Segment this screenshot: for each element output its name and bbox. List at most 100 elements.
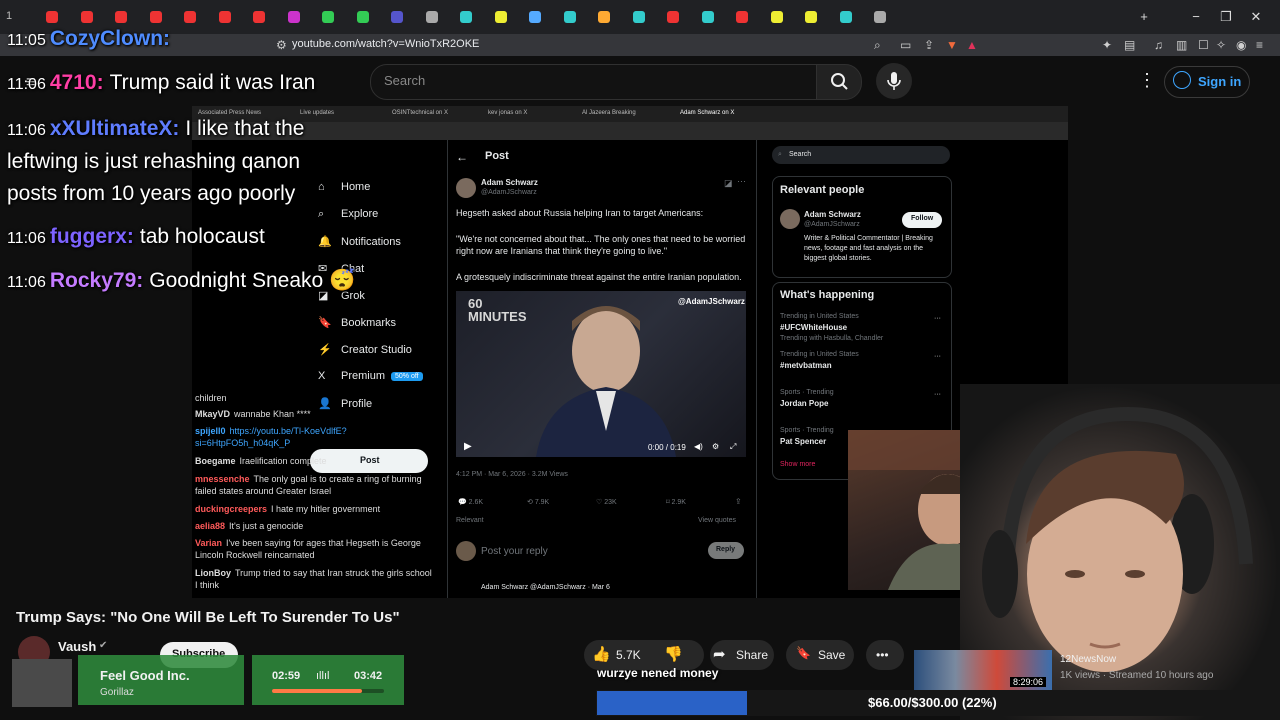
tab-favicon[interactable] xyxy=(805,11,817,23)
tab-favicon[interactable] xyxy=(736,11,748,23)
author-name[interactable]: Adam Schwarz xyxy=(481,178,538,187)
time-elapsed: 02:59 xyxy=(272,670,301,682)
media-icon[interactable]: ♫ xyxy=(1154,38,1163,52)
back-arrow-icon[interactable]: ← xyxy=(456,150,468,164)
tab-favicon[interactable] xyxy=(598,11,610,23)
trend-context: Sports · Trending xyxy=(780,389,834,396)
x-nav-item-bookmarks[interactable]: 🔖 Bookmarks xyxy=(318,316,396,329)
grok-icon[interactable]: ◪ xyxy=(724,178,733,189)
tab-favicon[interactable] xyxy=(839,11,852,23)
song-progress-fill xyxy=(272,689,362,693)
relevant-filter[interactable]: Relevant xyxy=(456,517,484,524)
tweet-line: Hegseth asked about Russia helping Iran … xyxy=(456,208,704,218)
show-more-link[interactable]: Show more xyxy=(780,461,815,468)
wallet-icon[interactable]: ▤ xyxy=(1124,38,1135,52)
zoom-icon[interactable]: ⌕ xyxy=(874,38,881,53)
profile-icon[interactable]: ◉ xyxy=(1236,38,1246,52)
install-icon[interactable]: ▭ xyxy=(900,38,911,52)
tab-favicon[interactable] xyxy=(184,11,196,23)
puzzle-icon[interactable]: ✧ xyxy=(1216,38,1226,52)
search-placeholder: Search xyxy=(384,73,426,88)
chat-username: Rocky79: xyxy=(49,269,144,292)
tab-favicon[interactable] xyxy=(425,11,438,23)
browser-tab-strip: 1 + − ❐ ✕ xyxy=(0,0,1280,34)
tweet-line: A grotesquely indiscriminate threat agai… xyxy=(456,272,742,282)
embedded-video-player[interactable]: 60 MINUTES @AdamJSchwarz ▶ 0:00 / 0:19 ◀… xyxy=(456,291,746,457)
twitch-chat-user: mnessenche xyxy=(195,474,250,484)
like-count-label[interactable]: 5.7K xyxy=(616,648,641,662)
maximize-button[interactable]: ❐ xyxy=(1216,9,1236,25)
tab-favicon[interactable] xyxy=(322,11,334,23)
brave-shield-icon[interactable]: ▼ xyxy=(946,38,958,52)
x-nav-item-creator-studio[interactable]: ⚡ Creator Studio xyxy=(318,343,412,356)
like-count[interactable]: ♡ 23K xyxy=(596,498,617,506)
tab-favicon[interactable] xyxy=(701,11,714,23)
more-options-icon[interactable]: ⋮ xyxy=(1138,70,1156,91)
voice-search-button[interactable] xyxy=(876,63,912,99)
site-info-icon[interactable]: ⚙ xyxy=(276,38,287,52)
trend-tag[interactable]: Pat Spencer xyxy=(780,437,826,446)
share-tweet-icon[interactable]: ⇪ xyxy=(735,497,742,506)
trend-more-icon[interactable]: ··· xyxy=(934,315,941,322)
tweet-more-icon[interactable]: ··· xyxy=(737,176,746,186)
like-icon[interactable]: 👍 xyxy=(592,645,611,663)
search-button[interactable] xyxy=(816,64,862,100)
dislike-icon[interactable]: 👎 xyxy=(664,645,683,663)
author-handle[interactable]: @AdamJSchwarz xyxy=(481,189,537,196)
search-input[interactable] xyxy=(370,64,818,100)
bookmarks-icon[interactable]: ☐ xyxy=(1198,38,1209,52)
tab-favicon[interactable] xyxy=(632,11,645,23)
x-nav-item-explore[interactable]: ⌕ Explore xyxy=(318,208,378,221)
chat-timestamp: 11:06 xyxy=(7,76,46,93)
trend-tag[interactable]: #UFCWhiteHouse xyxy=(780,323,847,332)
settings-icon[interactable]: ⚙ xyxy=(712,442,719,451)
tab-favicon[interactable] xyxy=(563,11,576,23)
play-icon[interactable]: ▶ xyxy=(464,441,472,452)
repost-count[interactable]: ⟲ 7.9K xyxy=(527,498,549,506)
url-field[interactable]: youtube.com/watch?v=WnioTxR2OKE xyxy=(292,38,479,50)
embedded-tab: Live updates xyxy=(300,110,335,116)
x-nav-item-notifications[interactable]: 🔔 Notifications xyxy=(318,235,401,248)
trend-tag[interactable]: Jordan Pope xyxy=(780,399,828,408)
tab-favicon[interactable] xyxy=(529,11,541,23)
recommended-channel[interactable]: 12NewsNow xyxy=(1060,654,1116,665)
tab-favicon[interactable] xyxy=(391,11,403,23)
menu-icon[interactable]: ≡ xyxy=(1256,38,1263,52)
channel-name[interactable]: Vaush xyxy=(58,639,96,654)
tab-favicon[interactable] xyxy=(494,11,507,23)
close-window-button[interactable]: ✕ xyxy=(1246,9,1266,25)
rewards-icon[interactable]: ▲ xyxy=(966,38,978,52)
author-avatar[interactable] xyxy=(456,178,476,198)
share-page-icon[interactable]: ⇪ xyxy=(924,38,934,52)
tab-favicon[interactable] xyxy=(356,11,369,23)
view-quotes-link[interactable]: View quotes xyxy=(698,517,736,524)
extensions-icon[interactable]: ✦ xyxy=(1102,38,1112,52)
new-tab-button[interactable]: + xyxy=(1134,9,1154,24)
x-nav-item-home[interactable]: ⌂ Home xyxy=(318,181,370,193)
next-tweet-author[interactable]: Adam Schwarz @AdamJSchwarz · Mar 6 xyxy=(481,584,610,591)
bookmark-count[interactable]: ⌑ 2.9K xyxy=(666,498,686,506)
waveform-icon: ıllıl xyxy=(316,670,330,682)
relevant-person-avatar[interactable] xyxy=(780,209,800,229)
chat-text: leftwing is just rehashing qanon xyxy=(7,150,301,173)
time-total: 03:42 xyxy=(354,670,383,682)
tweet-line: right now are Iranians that think they'r… xyxy=(456,246,668,256)
tab-favicon[interactable] xyxy=(218,11,231,23)
trend-more-icon[interactable]: ··· xyxy=(934,391,941,398)
sidebar-icon[interactable]: ▥ xyxy=(1176,38,1187,52)
tab-favicon[interactable] xyxy=(874,11,886,23)
relevant-person-name[interactable]: Adam Schwarz xyxy=(804,210,861,219)
tab-favicon[interactable] xyxy=(460,11,472,23)
volume-icon[interactable]: ◀) xyxy=(694,442,703,451)
x-nav-item-premium[interactable]: X Premium 50% off xyxy=(318,370,423,382)
tab-favicon[interactable] xyxy=(253,11,265,23)
trend-tag[interactable]: #metvbatman xyxy=(780,361,832,370)
tab-favicon[interactable] xyxy=(770,11,783,23)
tab-favicon[interactable] xyxy=(667,11,679,23)
fullscreen-icon[interactable]: ⤢ xyxy=(730,442,736,452)
reply-input[interactable]: Post your reply xyxy=(481,546,548,557)
trend-more-icon[interactable]: ··· xyxy=(934,353,941,360)
reply-count[interactable]: 💬 2.6K xyxy=(458,498,483,506)
tab-favicon[interactable] xyxy=(287,11,300,23)
minimize-button[interactable]: − xyxy=(1186,9,1206,24)
